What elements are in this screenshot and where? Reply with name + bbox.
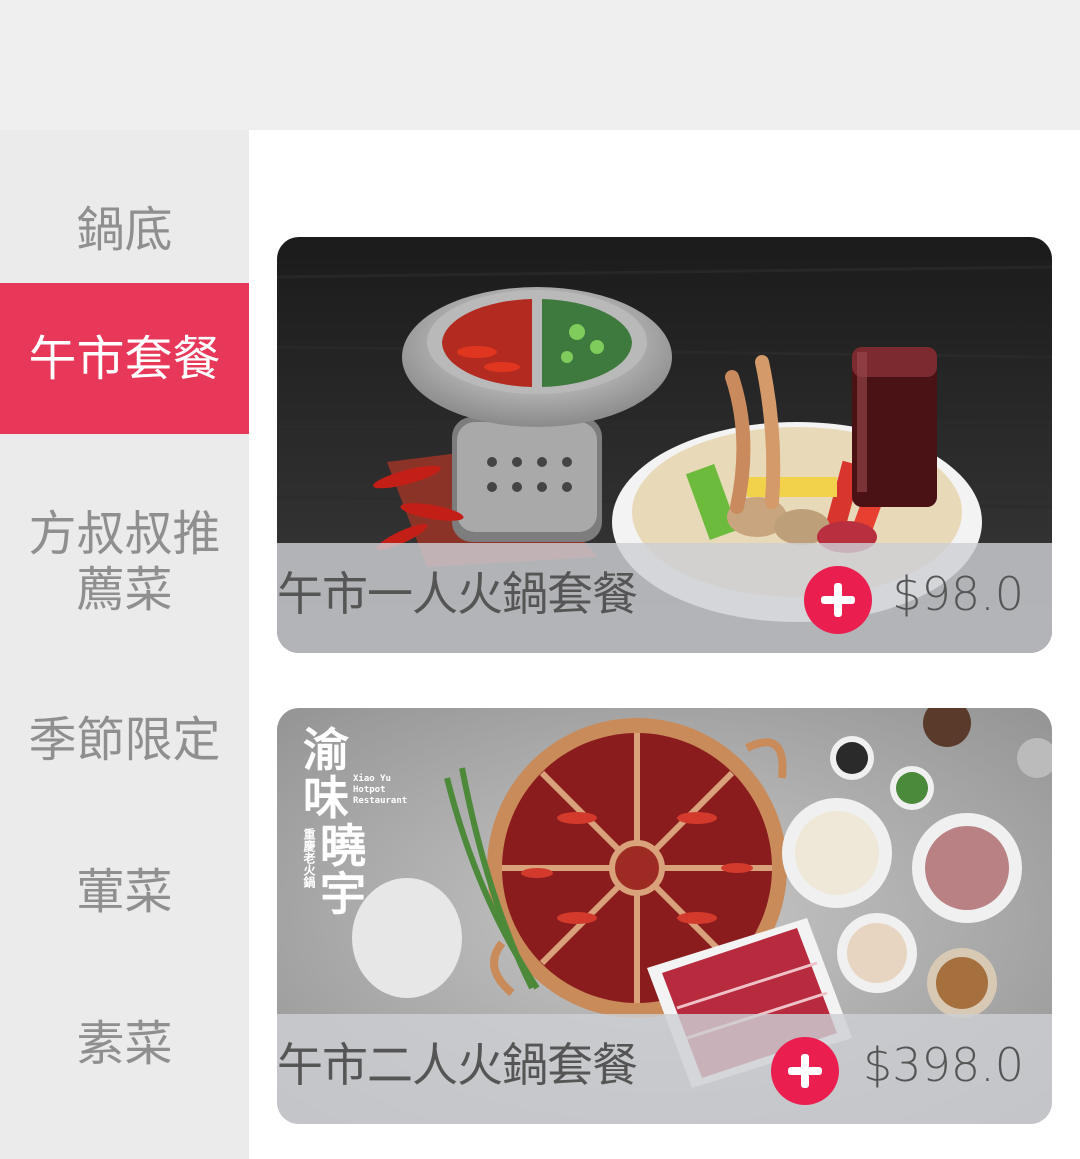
category-sidebar: 鍋底 午市套餐 方叔叔推薦菜 季節限定 葷菜 素菜: [0, 130, 249, 1159]
sidebar-item-label: 鍋底: [76, 202, 173, 258]
sidebar-item-label: 方叔叔推薦菜: [28, 506, 221, 618]
product-price: $98.0: [892, 567, 1024, 621]
logo-en: Restaurant: [353, 796, 408, 806]
product-name: 午市一人火鍋套餐: [277, 567, 638, 621]
sidebar-item-meat[interactable]: 葷菜: [0, 842, 249, 942]
product-price: $398.0: [863, 1038, 1024, 1092]
sidebar-item-label: 葷菜: [76, 864, 173, 920]
logo-char: 渝: [303, 723, 349, 777]
logo-en: Xiao Yu: [353, 774, 391, 784]
sidebar-item-label: 午市套餐: [28, 330, 221, 387]
sidebar-item-lunch-set[interactable]: 午市套餐: [0, 283, 249, 434]
logo-char: 宇: [320, 867, 366, 921]
product-caption: 午市一人火鍋套餐 $98.0: [277, 543, 1052, 653]
logo-tagline: 重慶老火鍋: [302, 828, 316, 888]
product-name: 午市二人火鍋套餐: [277, 1038, 638, 1092]
product-card[interactable]: 渝 味 Xiao Yu Hotpot Restaurant 重慶老火鍋 曉 宇 …: [277, 708, 1052, 1124]
logo-char: 曉: [320, 819, 366, 873]
sidebar-item-seasonal[interactable]: 季節限定: [0, 690, 249, 790]
add-to-cart-button[interactable]: [771, 1037, 839, 1105]
logo-char: 味: [303, 771, 349, 825]
top-bar: [0, 0, 1080, 130]
product-caption: 午市二人火鍋套餐 $398.0: [277, 1014, 1052, 1124]
sidebar-item-vegetable[interactable]: 素菜: [0, 994, 249, 1094]
product-card[interactable]: 午市一人火鍋套餐 $98.0: [277, 237, 1052, 653]
sidebar-item-label: 素菜: [76, 1016, 173, 1072]
add-to-cart-button[interactable]: [804, 566, 872, 634]
logo-en: Hotpot: [353, 785, 386, 795]
sidebar-item-recommended[interactable]: 方叔叔推薦菜: [0, 500, 249, 624]
restaurant-logo: 渝 味 Xiao Yu Hotpot Restaurant 重慶老火鍋 曉 宇: [302, 723, 413, 921]
sidebar-item-soup-base[interactable]: 鍋底: [0, 180, 249, 280]
sidebar-item-label: 季節限定: [28, 712, 221, 768]
